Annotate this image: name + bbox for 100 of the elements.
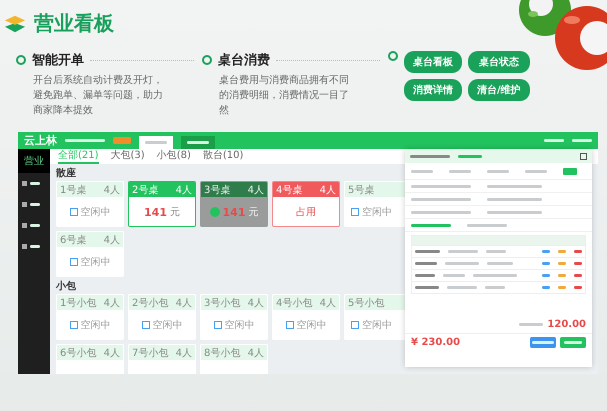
text-line bbox=[411, 170, 433, 173]
table-name: 4号桌 bbox=[276, 184, 302, 196]
seat-count: 4人 bbox=[176, 296, 192, 310]
table-card[interactable]: 2号小包 4人 空闲中 bbox=[128, 294, 196, 340]
amount: 141 bbox=[222, 206, 246, 218]
seat-count: 4人 bbox=[320, 296, 336, 310]
text-line bbox=[487, 198, 542, 201]
page-title: 营业看板 bbox=[34, 10, 114, 37]
table-card[interactable]: 1号桌 4人 空闲中 bbox=[56, 181, 124, 227]
text-line bbox=[411, 198, 471, 201]
footer-button[interactable] bbox=[530, 337, 556, 348]
table-name: 6号小包 bbox=[60, 346, 96, 360]
section-title: 散座 bbox=[56, 166, 76, 180]
text-line bbox=[519, 323, 544, 326]
table-name: 5号桌 bbox=[348, 184, 374, 196]
text-line bbox=[449, 170, 471, 173]
footer-button[interactable] bbox=[560, 337, 586, 348]
table-name: 1号小包 bbox=[60, 296, 96, 310]
text-line bbox=[415, 286, 439, 289]
text-line bbox=[485, 286, 505, 289]
status-text: 空闲中 bbox=[362, 206, 392, 219]
checkbox-icon bbox=[351, 321, 359, 329]
table-card[interactable]: 3号桌 4人 141 元 bbox=[200, 181, 268, 227]
amount-unit: 元 bbox=[170, 206, 180, 219]
layers-icon bbox=[4, 14, 26, 34]
app-logo: 云上林 bbox=[24, 133, 57, 148]
feature-tag: 消费详情 bbox=[404, 79, 462, 101]
status-text: 空闲中 bbox=[80, 206, 110, 219]
checkbox-icon bbox=[214, 321, 222, 329]
table-card[interactable]: 1号小包 4人 空闲中 bbox=[56, 294, 124, 340]
table-name: 4号小包 bbox=[276, 296, 312, 310]
sidebar-item[interactable]: 营业 bbox=[18, 149, 50, 173]
text-line bbox=[544, 139, 564, 142]
feature-description: 开台后系统自动计费及开灯，避免跑单、漏单等问题，助力商家降本提效 bbox=[33, 74, 164, 118]
checkbox-icon bbox=[286, 321, 294, 329]
filter-tab[interactable]: 散台(10) bbox=[202, 149, 244, 164]
badge bbox=[113, 137, 131, 144]
feature-title: 桌台消费 bbox=[218, 52, 270, 69]
section-title: 小包 bbox=[56, 280, 76, 293]
table-card[interactable]: 6号桌 4人 空闲中 bbox=[56, 231, 124, 277]
filter-tab[interactable]: 全部(21) bbox=[58, 149, 99, 164]
table-card[interactable]: 4号小包 4人 空闲中 bbox=[272, 294, 340, 340]
bullet-icon bbox=[388, 51, 398, 61]
text-line bbox=[458, 154, 482, 158]
table-card[interactable]: 7号小包 4人 bbox=[128, 344, 196, 374]
table-name: 2号桌 bbox=[132, 184, 158, 196]
seat-count: 4人 bbox=[176, 184, 192, 196]
text-line bbox=[65, 139, 105, 142]
seat-count: 4人 bbox=[104, 346, 120, 360]
close-icon[interactable] bbox=[580, 152, 587, 160]
header-tab[interactable] bbox=[181, 136, 215, 149]
filter-tab[interactable]: 大包(3) bbox=[110, 149, 145, 164]
check-circle-icon bbox=[210, 207, 220, 217]
table-name: 6号桌 bbox=[60, 234, 86, 246]
table-name: 5号小包 bbox=[348, 296, 384, 310]
checkbox-icon bbox=[70, 321, 78, 329]
status-text: 空闲中 bbox=[362, 318, 392, 332]
table-name: 7号小包 bbox=[132, 346, 168, 360]
text-line bbox=[410, 154, 450, 158]
text-line bbox=[487, 262, 513, 265]
amount-unit: 元 bbox=[248, 206, 258, 219]
text-line bbox=[487, 211, 542, 214]
status-text: 空闲中 bbox=[152, 318, 182, 332]
status-text: 空闲中 bbox=[80, 318, 110, 332]
table-name: 3号小包 bbox=[204, 296, 240, 310]
text-line bbox=[487, 185, 542, 188]
amount: 141 bbox=[144, 206, 167, 218]
table-card[interactable]: 3号小包 4人 空闲中 bbox=[200, 294, 268, 340]
text-line bbox=[445, 262, 479, 265]
subtotal-amount: 120.00 bbox=[547, 319, 586, 330]
header-tab[interactable] bbox=[139, 136, 173, 149]
seat-count: 4人 bbox=[104, 184, 120, 196]
text-line bbox=[525, 170, 547, 173]
table-name: 8号小包 bbox=[204, 346, 240, 360]
text-line bbox=[487, 170, 509, 173]
table-card[interactable]: 2号桌 4人 141 元 bbox=[128, 181, 196, 227]
status-text: 占用 bbox=[296, 206, 316, 219]
table-card[interactable]: 6号小包 4人 bbox=[56, 344, 124, 374]
text-line bbox=[411, 211, 471, 214]
status-text: 空闲中 bbox=[296, 318, 326, 332]
filter-tab[interactable]: 小包(8) bbox=[156, 149, 191, 164]
text-line bbox=[415, 262, 437, 265]
seat-count: 4人 bbox=[104, 296, 120, 310]
checkbox-icon bbox=[142, 321, 150, 329]
bullet-icon bbox=[16, 55, 26, 65]
status-text: 空闲中 bbox=[80, 256, 110, 269]
feature-tag: 桌台看板 bbox=[404, 51, 462, 73]
feature-title: 智能开单 bbox=[32, 52, 84, 69]
text-line bbox=[411, 185, 471, 188]
text-line bbox=[448, 250, 478, 253]
feature-description: 桌台费用与消费商品拥有不同的消费明细，消费情况一目了然 bbox=[219, 74, 350, 118]
status-text: 空闲中 bbox=[224, 318, 254, 332]
feature-tag: 桌台状态 bbox=[468, 51, 530, 73]
text-line bbox=[447, 286, 477, 289]
table-name: 1号桌 bbox=[60, 184, 86, 196]
table-card[interactable]: 8号小包 4人 bbox=[200, 344, 268, 374]
table-name: 3号桌 bbox=[204, 184, 230, 196]
seat-count: 4人 bbox=[104, 234, 120, 246]
table-card[interactable]: 4号桌 4人 占用 bbox=[272, 181, 340, 227]
panel-tab[interactable] bbox=[411, 224, 451, 227]
